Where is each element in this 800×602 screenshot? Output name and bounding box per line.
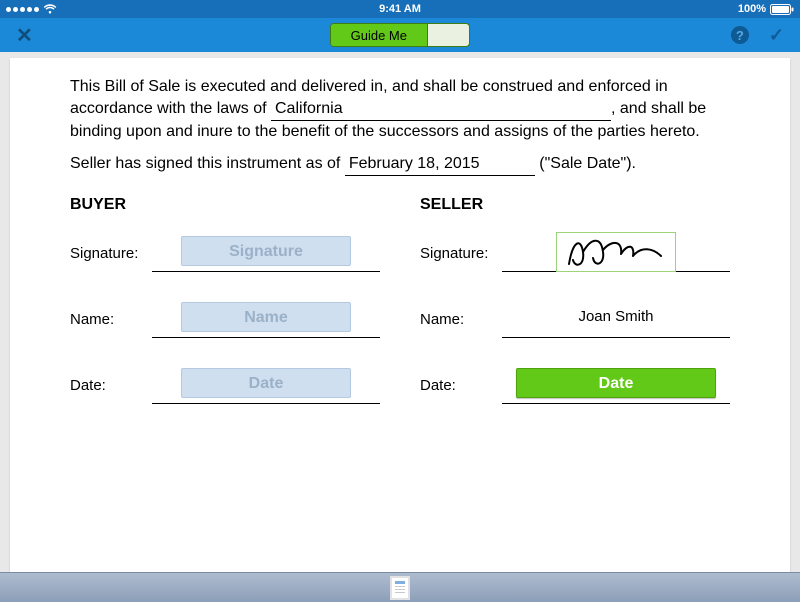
ios-status-bar: 9:41 AM 100% (0, 0, 800, 18)
seller-date-label: Date: (420, 376, 502, 404)
battery-icon (770, 4, 794, 15)
seller-name-label: Name: (420, 310, 502, 338)
buyer-date-label: Date: (70, 376, 152, 404)
seller-heading: SELLER (420, 194, 730, 216)
help-icon[interactable]: ? (731, 26, 749, 44)
buyer-date-button[interactable]: Date (181, 368, 351, 398)
sale-date-field[interactable]: February 18, 2015 (345, 153, 535, 177)
battery-percent: 100% (738, 3, 766, 15)
buyer-heading: BUYER (70, 194, 380, 216)
seller-signature-image[interactable] (556, 232, 676, 272)
done-check-icon[interactable]: ✓ (769, 25, 784, 46)
paragraph-jurisdiction: This Bill of Sale is executed and delive… (70, 76, 730, 143)
document-page: This Bill of Sale is executed and delive… (10, 58, 790, 572)
signal-icon (6, 7, 39, 12)
buyer-signature-label: Signature: (70, 244, 152, 272)
page-thumbnail-icon[interactable] (390, 576, 410, 600)
seller-date-button[interactable]: Date (516, 368, 716, 398)
buyer-signature-button[interactable]: Signature (181, 236, 351, 266)
buyer-name-label: Name: (70, 310, 152, 338)
seller-signature-label: Signature: (420, 244, 502, 272)
guide-me-label: Guide Me (331, 24, 428, 46)
wifi-icon (43, 4, 57, 14)
seller-column: SELLER Signature: Name: Joan Smith (420, 186, 730, 426)
guide-me-toggle[interactable]: Guide Me (330, 23, 470, 47)
seller-name-value[interactable]: Joan Smith (502, 307, 730, 327)
bottom-toolbar (0, 572, 800, 602)
app-top-bar: ✕ Guide Me ? ✓ (0, 18, 800, 52)
status-time: 9:41 AM (0, 3, 800, 15)
paragraph-sale-date: Seller has signed this instrument as of … (70, 153, 730, 177)
buyer-column: BUYER Signature: Signature Name: Name Da… (70, 186, 380, 426)
buyer-name-button[interactable]: Name (181, 302, 351, 332)
document-viewport[interactable]: This Bill of Sale is executed and delive… (0, 52, 800, 572)
state-field[interactable]: California (271, 98, 611, 122)
close-icon[interactable]: ✕ (16, 23, 33, 48)
